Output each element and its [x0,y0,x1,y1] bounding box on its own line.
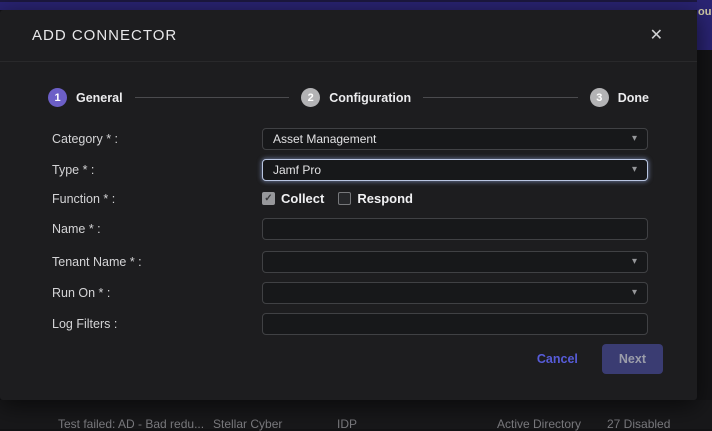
form-row-tenant: Tenant Name * : ▾ [52,246,697,277]
log-filters-label: Log Filters : [52,317,262,331]
chevron-down-icon: ▾ [632,256,637,267]
step-configuration[interactable]: 2 Configuration [301,88,411,107]
chevron-down-icon: ▾ [632,133,637,144]
step-label: Configuration [329,91,411,105]
collect-checkbox[interactable]: Collect [262,191,324,206]
background-topbar-right: ou [697,0,712,50]
step-done[interactable]: 3 Done [590,88,649,107]
step-number-badge: 3 [590,88,609,107]
tenant-name-select[interactable]: ▾ [262,251,648,273]
step-number-badge: 2 [301,88,320,107]
form-row-name: Name * : [52,212,697,246]
background-topbar [0,0,712,10]
collect-label: Collect [281,191,324,206]
wizard-stepper: 1 General 2 Configuration 3 Done [48,88,649,107]
step-number-badge: 1 [48,88,67,107]
connector-form: Category * : Asset Management ▾ Type * :… [52,123,697,339]
chevron-down-icon: ▾ [632,287,637,298]
clipped-topbar-text: ou [698,6,711,18]
form-row-function: Function * : Collect Respond [52,185,697,212]
next-button[interactable]: Next [602,344,663,374]
form-row-category: Category * : Asset Management ▾ [52,123,697,154]
dialog-header: ADD CONNECTOR ✕ [0,10,697,62]
respond-checkbox[interactable]: Respond [338,191,413,206]
step-label: General [76,91,123,105]
form-row-type: Type * : Jamf Pro ▾ [52,154,697,185]
type-selected-value: Jamf Pro [273,163,321,177]
chevron-down-icon: ▾ [632,164,637,175]
form-row-run-on: Run On * : ▾ [52,277,697,308]
dialog-footer: Cancel Next [0,344,663,374]
checkbox-unchecked-icon[interactable] [338,192,351,205]
name-input[interactable] [262,218,648,240]
close-icon[interactable]: ✕ [648,26,665,46]
form-row-log-filters: Log Filters : [52,308,697,339]
category-label: Category * : [52,132,262,146]
type-select[interactable]: Jamf Pro ▾ [262,159,648,181]
stepper-connector [423,97,578,98]
step-general[interactable]: 1 General [48,88,123,107]
name-label: Name * : [52,222,262,236]
cancel-button[interactable]: Cancel [537,352,578,366]
type-label: Type * : [52,163,262,177]
checkbox-checked-icon[interactable] [262,192,275,205]
step-label: Done [618,91,649,105]
tenant-name-label: Tenant Name * : [52,255,262,269]
log-filters-input[interactable] [262,313,648,335]
category-select[interactable]: Asset Management ▾ [262,128,648,150]
respond-label: Respond [357,191,413,206]
run-on-select[interactable]: ▾ [262,282,648,304]
run-on-label: Run On * : [52,286,262,300]
dialog-title: ADD CONNECTOR [32,27,177,44]
add-connector-dialog: ADD CONNECTOR ✕ 1 General 2 Configuratio… [0,10,697,400]
category-selected-value: Asset Management [273,132,376,146]
stepper-connector [135,97,290,98]
function-label: Function * : [52,192,262,206]
